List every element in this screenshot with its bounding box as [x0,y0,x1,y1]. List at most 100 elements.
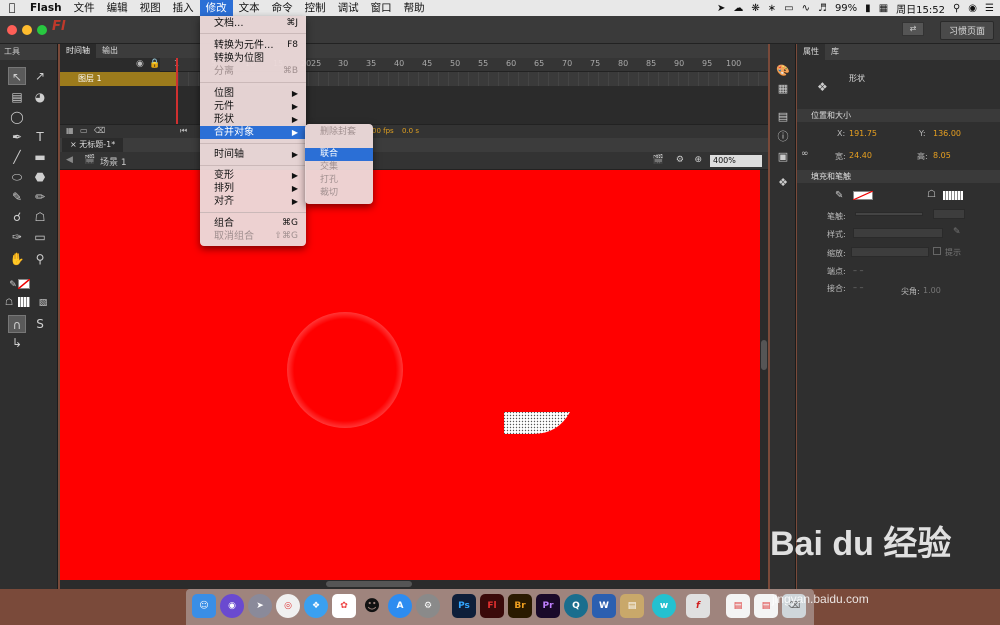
dock-app-fl[interactable]: Fl [480,594,504,618]
lasso-tool-icon[interactable]: ◯ [8,108,26,126]
menu-commands[interactable]: 命令 [266,0,299,16]
system-preferences-icon[interactable]: ⚙ [416,594,440,618]
menu-view[interactable]: 视图 [134,0,167,16]
flash-player-icon[interactable]: f [686,594,710,618]
fill-swatch[interactable] [943,191,963,200]
webex-icon[interactable]: w [652,594,676,618]
menu-item-transform[interactable]: 变形 ▶ [200,169,306,182]
finder-icon[interactable]: ☺ [192,594,216,618]
vertical-scrollbar[interactable] [760,170,768,580]
search-icon[interactable]: ⚲ [953,3,960,14]
send-icon[interactable]: ➤ [717,3,725,14]
menu-item-group[interactable]: 组合 ⌘G [200,217,306,230]
document-tab[interactable]: × 无标题-1* [62,138,124,152]
qq-icon[interactable]: ☻ [360,594,384,618]
eraser-tool-icon[interactable]: ▭ [31,228,49,246]
bone-tool-icon[interactable]: ☌ [8,208,26,226]
keyboard-icon[interactable]: ▦ [879,3,888,14]
align-icon[interactable]: ▤ [776,110,790,124]
volume-icon[interactable]: ♬ [818,3,827,14]
new-folder-icon[interactable]: ▭ [80,126,88,135]
battery-icon[interactable]: ▮ [865,3,871,14]
menu-item-timeline[interactable]: 时间轴 ▶ [200,148,306,161]
smooth-icon[interactable]: S [31,315,49,333]
menu-control[interactable]: 控制 [299,0,332,16]
cloud-icon[interactable]: ☁ [733,3,743,14]
transform-icon[interactable]: ▣ [776,150,790,164]
layer-row[interactable]: 图层 1 [60,72,768,86]
brush-tool-icon[interactable]: ✏ [31,188,49,206]
link-icon[interactable]: ∞ [801,149,809,159]
photos-icon[interactable]: ✿ [332,594,356,618]
menu-item-shape[interactable]: 形状 ▶ [200,113,306,126]
object-drawing-icon[interactable]: ∩ [8,315,26,333]
scene-name[interactable]: 场景 1 [100,155,127,168]
free-transform-tool-icon[interactable]: ▤ [8,88,26,106]
workspace-switcher[interactable]: 习惯页面 [939,21,994,40]
wifi-icon[interactable]: ∿ [802,3,810,14]
stroke-width-slider[interactable] [855,212,923,216]
back-arrow-icon[interactable]: ◀ [66,155,73,165]
paint-bucket-tool-icon[interactable]: ☖ [31,208,49,226]
style-select[interactable] [853,228,943,238]
zoom-select[interactable]: 400% [710,155,762,167]
hand-tool-icon[interactable]: ✋ [8,250,26,268]
app-store-icon[interactable]: A [388,594,412,618]
menu-insert[interactable]: 插入 [167,0,200,16]
notifications-icon[interactable]: ☰ [985,3,994,14]
menu-app-flash[interactable]: Flash [24,0,68,16]
pencil-tool-icon[interactable]: ✎ [8,188,26,206]
polystar-tool-icon[interactable]: ⬣ [31,168,49,186]
line-tool-icon[interactable]: ╱ [8,148,26,166]
cap-select[interactable]: – – [853,266,864,275]
swap-colors-icon[interactable]: ▧ [34,294,52,312]
stage-canvas[interactable] [60,170,760,580]
zoom-tool-icon[interactable]: ⚲ [31,250,49,268]
menu-item-document[interactable]: 文档... ⌘J [200,17,306,30]
selection-tool-icon[interactable]: ↖ [8,67,26,85]
sync-settings-icon[interactable]: ⇄ [902,22,924,36]
x-value[interactable]: 191.75 [849,129,877,138]
siri-icon[interactable]: ◉ [220,594,244,618]
apple-icon[interactable]:  [0,0,24,16]
quicktime-icon[interactable]: Q [564,594,588,618]
subselection-tool-icon[interactable]: ↗ [31,67,49,85]
horizontal-scrollbar[interactable] [60,580,768,589]
position-size-section[interactable]: 位置和大小 [797,109,1000,122]
pen-tool-icon[interactable]: ✒ [8,128,26,146]
menu-item-bitmap[interactable]: 位图 ▶ [200,87,306,100]
frame-rate[interactable]: 00 fps [372,127,394,135]
lock-icon[interactable]: 🔒 [149,59,160,69]
fan-icon[interactable]: ❋ [751,3,759,14]
menu-help[interactable]: 帮助 [398,0,431,16]
archive-utility-icon[interactable]: ▤ [620,594,644,618]
menu-window[interactable]: 窗口 [365,0,398,16]
stroke-color-swatch[interactable] [18,279,30,289]
straighten-icon[interactable]: ↳ [8,334,26,352]
tab-library[interactable]: 库 [825,44,845,60]
scale-select[interactable] [851,247,929,257]
close-window-button[interactable] [7,25,17,35]
join-select[interactable]: – – [853,283,864,292]
rectangle-tool-icon[interactable]: ▬ [31,148,49,166]
screenshot-stack-icon[interactable]: ▤ [726,594,750,618]
chrome-icon[interactable]: ◎ [276,594,300,618]
fill-stroke-section[interactable]: 填充和笔触 [797,170,1000,183]
launchpad-icon[interactable]: ➤ [248,594,272,618]
text-tool-icon[interactable]: T [31,128,49,146]
oval-tool-icon[interactable]: ⬭ [8,168,26,186]
layer-name[interactable]: 图层 1 [60,72,178,86]
safari-icon[interactable]: ❖ [304,594,328,618]
menu-debug[interactable]: 调试 [332,0,365,16]
eye-icon[interactable]: ◉ [136,59,144,69]
dock-app-word[interactable]: W [592,594,616,618]
siri-icon[interactable]: ◉ [968,3,977,14]
color-panel-icon[interactable]: 🎨 [776,64,790,78]
minimize-window-button[interactable] [22,25,32,35]
dock-app-br[interactable]: Br [508,594,532,618]
3d-rotation-tool-icon[interactable]: ◕ [31,88,49,106]
rewind-icon[interactable]: ⏮ [180,126,187,136]
fill-color-icon[interactable]: ☖ [0,294,18,312]
swatches-icon[interactable]: ▦ [776,82,790,96]
clock[interactable]: 周日15:52 [896,1,945,16]
